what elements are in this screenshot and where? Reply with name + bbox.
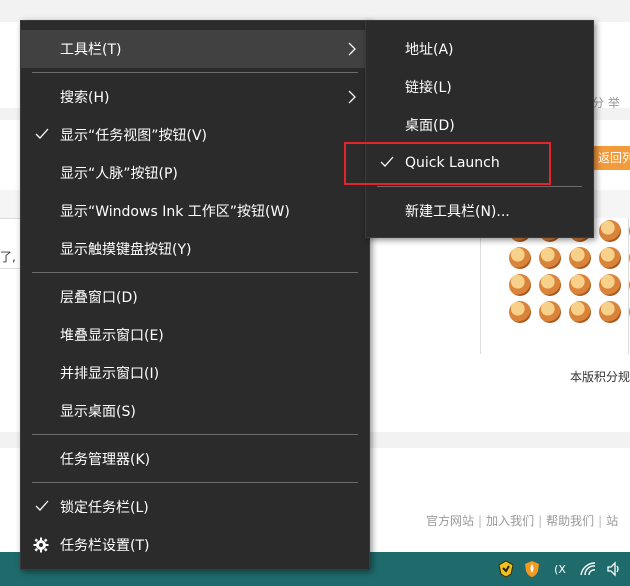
emoji-icon[interactable] bbox=[599, 301, 621, 323]
menu-item-label: 任务栏设置(T) bbox=[60, 538, 150, 554]
menu-item-label: 显示“人脉”按钮(P) bbox=[60, 166, 178, 182]
emoji-icon[interactable] bbox=[509, 274, 531, 296]
menu-item-side-by-side[interactable]: 并排显示窗口(I) bbox=[21, 354, 369, 392]
footer-link[interactable]: 官方网站 bbox=[426, 514, 474, 528]
divider bbox=[0, 218, 20, 219]
security-shield-icon[interactable] bbox=[522, 559, 542, 579]
footer-separator: | bbox=[598, 514, 603, 528]
page-text-fragment: 分 举 bbox=[592, 96, 620, 110]
menu-item-label: 锁定任务栏(L) bbox=[60, 500, 149, 516]
submenu-item-address[interactable]: 地址(A) bbox=[366, 30, 593, 68]
chevron-right-icon bbox=[348, 42, 356, 56]
menu-item-label: 显示触摸键盘按钮(Y) bbox=[60, 242, 192, 258]
menu-separator bbox=[32, 434, 358, 435]
emoji-icon[interactable] bbox=[509, 301, 531, 323]
return-list-button[interactable]: 返回列 bbox=[592, 146, 630, 170]
footer-links: 官方网站 | 加入我们 | 帮助我们 | 站 bbox=[426, 512, 618, 529]
system-tray: (X bbox=[496, 552, 630, 586]
gear-icon bbox=[33, 537, 49, 553]
shield-app-icon[interactable] bbox=[496, 559, 516, 579]
menu-item-show-task-view[interactable]: 显示“任务视图”按钮(V) bbox=[21, 116, 369, 154]
emoji-icon[interactable] bbox=[599, 220, 621, 242]
menu-item-label: 任务管理器(K) bbox=[60, 452, 151, 468]
menu-separator bbox=[32, 482, 358, 483]
footer-link[interactable]: 站 bbox=[606, 514, 618, 528]
toolbars-submenu: 地址(A) 链接(L) 桌面(D) Quick Launch 新建工具栏(N).… bbox=[365, 20, 594, 238]
menu-item-label: 工具栏(T) bbox=[60, 42, 122, 58]
footer-link[interactable]: 帮助我们 bbox=[546, 514, 594, 528]
emoji-icon[interactable] bbox=[599, 247, 621, 269]
emoji-icon[interactable] bbox=[539, 274, 561, 296]
chevron-right-icon bbox=[348, 90, 356, 104]
footer-separator: | bbox=[538, 514, 543, 528]
menu-item-label: 搜索(H) bbox=[60, 90, 110, 106]
emoji-icon[interactable] bbox=[509, 247, 531, 269]
highlight-box bbox=[344, 142, 551, 185]
submenu-item-label: 地址(A) bbox=[405, 42, 454, 58]
footer-link[interactable]: 加入我们 bbox=[486, 514, 534, 528]
ime-label: (X bbox=[554, 562, 566, 576]
menu-item-label: 并排显示窗口(I) bbox=[60, 366, 160, 382]
volume-icon[interactable] bbox=[604, 559, 624, 579]
footer-separator: | bbox=[478, 514, 483, 528]
credit-rules-link[interactable]: 本版积分规 bbox=[570, 368, 630, 385]
menu-item-label: 层叠窗口(D) bbox=[60, 290, 138, 306]
submenu-item-links[interactable]: 链接(L) bbox=[366, 68, 593, 106]
submenu-item-label: 链接(L) bbox=[405, 80, 452, 96]
menu-item-taskbar-settings[interactable]: 任务栏设置(T) bbox=[21, 526, 369, 564]
emoji-icon[interactable] bbox=[539, 301, 561, 323]
submenu-item-new-toolbar[interactable]: 新建工具栏(N)... bbox=[366, 192, 593, 230]
menu-item-label: 显示“任务视图”按钮(V) bbox=[60, 128, 208, 144]
menu-separator bbox=[377, 186, 582, 187]
menu-item-stack-windows[interactable]: 堆叠显示窗口(E) bbox=[21, 316, 369, 354]
menu-item-show-people[interactable]: 显示“人脉”按钮(P) bbox=[21, 154, 369, 192]
submenu-item-desktop[interactable]: 桌面(D) bbox=[366, 106, 593, 144]
checkmark-icon bbox=[35, 128, 49, 139]
divider bbox=[480, 218, 481, 354]
emoji-grid bbox=[505, 218, 630, 354]
menu-item-show-windows-ink[interactable]: 显示“Windows Ink 工作区”按钮(W) bbox=[21, 192, 369, 230]
menu-item-label: 显示“Windows Ink 工作区”按钮(W) bbox=[60, 204, 290, 220]
ime-icon[interactable]: (X bbox=[548, 559, 572, 579]
menu-item-toolbars[interactable]: 工具栏(T) bbox=[21, 30, 369, 68]
emoji-icon[interactable] bbox=[539, 247, 561, 269]
menu-item-show-desktop[interactable]: 显示桌面(S) bbox=[21, 392, 369, 430]
checkmark-icon bbox=[35, 500, 49, 511]
page-text-fragment: 了, bbox=[0, 250, 16, 264]
emoji-icon[interactable] bbox=[569, 274, 591, 296]
menu-item-label: 堆叠显示窗口(E) bbox=[60, 328, 164, 344]
menu-item-cascade-windows[interactable]: 层叠窗口(D) bbox=[21, 278, 369, 316]
submenu-item-label: 桌面(D) bbox=[405, 118, 455, 134]
top-band bbox=[0, 0, 630, 22]
menu-separator bbox=[32, 272, 358, 273]
menu-item-lock-taskbar[interactable]: 锁定任务栏(L) bbox=[21, 488, 369, 526]
divider bbox=[0, 268, 20, 269]
emoji-icon[interactable] bbox=[569, 247, 591, 269]
emoji-icon[interactable] bbox=[599, 274, 621, 296]
wifi-icon[interactable] bbox=[578, 559, 598, 579]
menu-separator bbox=[32, 72, 358, 73]
taskbar-context-menu: 工具栏(T) 搜索(H) 显示“任务视图”按钮(V) 显示“人脉”按钮(P) 显… bbox=[20, 20, 370, 570]
menu-item-show-touch-keyboard[interactable]: 显示触摸键盘按钮(Y) bbox=[21, 230, 369, 268]
menu-item-search[interactable]: 搜索(H) bbox=[21, 78, 369, 116]
submenu-item-label: 新建工具栏(N)... bbox=[405, 204, 510, 220]
menu-item-label: 显示桌面(S) bbox=[60, 404, 136, 420]
emoji-icon[interactable] bbox=[569, 301, 591, 323]
menu-item-task-manager[interactable]: 任务管理器(K) bbox=[21, 440, 369, 478]
